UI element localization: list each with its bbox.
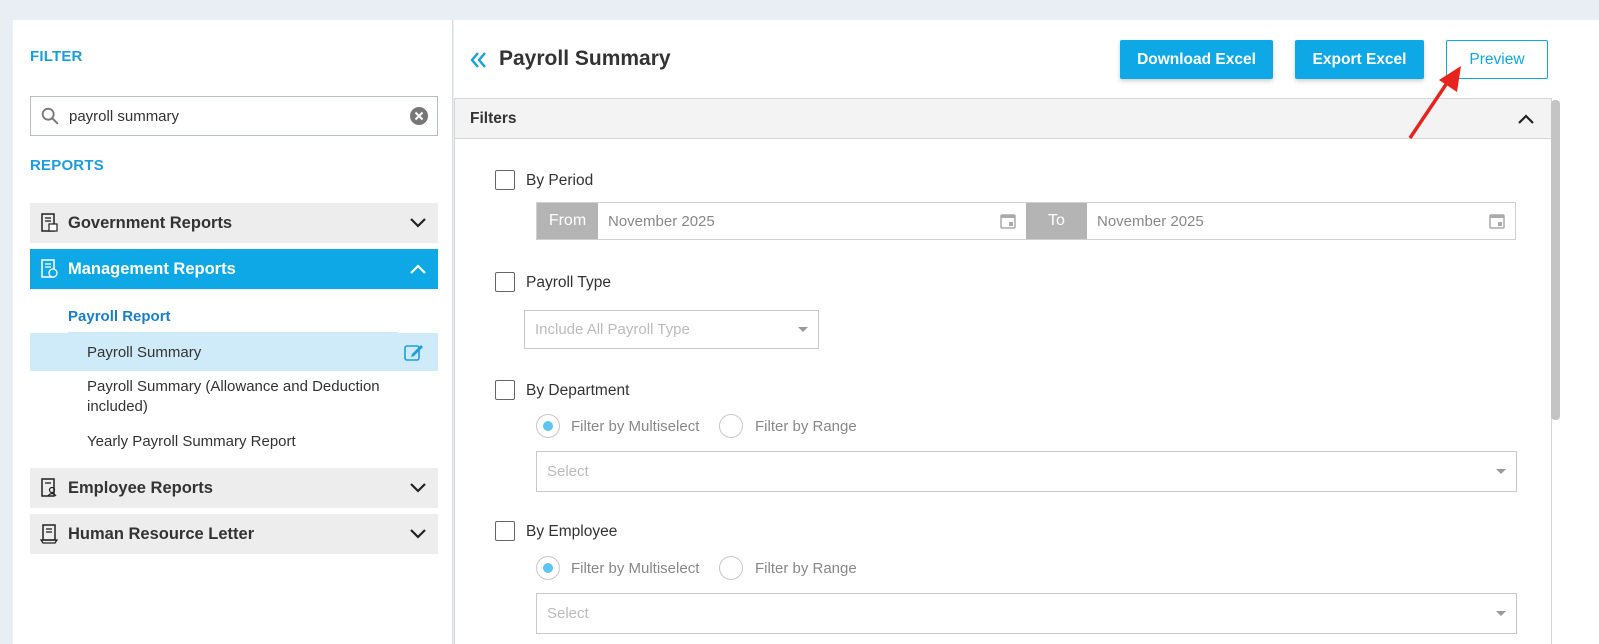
annotation-arrow xyxy=(1408,66,1461,139)
chevron-down-icon xyxy=(410,218,426,228)
department-select[interactable]: Select xyxy=(536,451,1517,492)
payroll-type-placeholder: Include All Payroll Type xyxy=(535,321,690,338)
caret-down-icon xyxy=(798,327,808,332)
payroll-report-heading[interactable]: Payroll Report xyxy=(68,308,171,325)
download-excel-button[interactable]: Download Excel xyxy=(1120,40,1273,79)
chevron-down-icon xyxy=(410,483,426,493)
to-addon: To xyxy=(1026,203,1087,239)
to-date-value: November 2025 xyxy=(1097,212,1204,230)
report-item-yearly-payroll-summary[interactable]: Yearly Payroll Summary Report xyxy=(30,433,438,450)
filters-panel: Filters By Period From November 2025 To … xyxy=(454,98,1552,644)
by-employee-checkbox[interactable] xyxy=(495,521,515,541)
category-employee-reports[interactable]: Employee Reports xyxy=(30,468,438,508)
report-item-label: Yearly Payroll Summary Report xyxy=(87,433,296,450)
radio-label: Filter by Multiselect xyxy=(571,560,700,577)
report-item-payroll-summary[interactable]: Payroll Summary xyxy=(30,333,438,371)
chevron-up-icon xyxy=(410,264,426,274)
by-department-checkbox[interactable] xyxy=(495,380,515,400)
search-icon xyxy=(41,107,59,125)
select-placeholder: Select xyxy=(547,463,589,480)
page-title: Payroll Summary xyxy=(499,47,671,70)
chevron-up-icon[interactable] xyxy=(1516,112,1536,126)
double-chevron-left-icon[interactable] xyxy=(469,50,489,70)
radio-label: Filter by Multiselect xyxy=(571,418,700,435)
by-period-checkbox[interactable] xyxy=(495,170,515,190)
department-multiselect-radio[interactable] xyxy=(536,414,560,438)
by-department-label: By Department xyxy=(526,382,630,399)
category-government-reports[interactable]: Government Reports xyxy=(30,203,438,243)
report-icon xyxy=(41,213,58,232)
calendar-icon[interactable] xyxy=(1489,213,1505,229)
payroll-type-select[interactable]: Include All Payroll Type xyxy=(524,310,819,349)
to-date-field[interactable]: November 2025 xyxy=(1087,203,1515,239)
letter-icon xyxy=(40,524,58,544)
category-label: Human Resource Letter xyxy=(68,524,255,543)
report-item-label: Payroll Summary (Allowance and Deduction… xyxy=(87,378,380,415)
by-period-label: By Period xyxy=(526,172,594,189)
search-box[interactable] xyxy=(30,96,438,136)
from-date-value: November 2025 xyxy=(608,212,715,230)
category-label: Employee Reports xyxy=(68,478,213,497)
employee-range-radio[interactable] xyxy=(719,556,743,580)
radio-label: Filter by Range xyxy=(755,560,857,577)
department-range-radio[interactable] xyxy=(719,414,743,438)
from-addon: From xyxy=(537,203,598,239)
category-label: Government Reports xyxy=(68,213,233,232)
employee-multiselect-radio[interactable] xyxy=(536,556,560,580)
from-date-field[interactable]: November 2025 xyxy=(598,203,1026,239)
report-item-payroll-summary-allowance[interactable]: Payroll Summary (Allowance and Deduction… xyxy=(30,377,438,417)
calendar-icon[interactable] xyxy=(1000,213,1016,229)
payroll-type-label: Payroll Type xyxy=(526,274,612,291)
by-employee-label: By Employee xyxy=(526,523,618,540)
employee-select[interactable]: Select xyxy=(536,593,1517,634)
reports-title: REPORTS xyxy=(30,157,104,174)
category-label: Management Reports xyxy=(68,259,236,278)
report-icon xyxy=(41,478,57,497)
category-management-reports[interactable]: Management Reports xyxy=(30,249,438,289)
report-icon xyxy=(41,259,58,278)
filter-title: FILTER xyxy=(30,48,83,65)
caret-down-icon xyxy=(1496,611,1506,616)
caret-down-icon xyxy=(1496,469,1506,474)
period-range: From November 2025 To November 2025 xyxy=(536,202,1516,240)
filters-header[interactable]: Filters xyxy=(455,99,1551,139)
filter-sidebar: FILTER REPORTS Government Reports Manage… xyxy=(13,20,453,644)
category-human-resource-letter[interactable]: Human Resource Letter xyxy=(30,514,438,554)
report-item-label: Payroll Summary xyxy=(87,343,202,361)
clear-icon[interactable] xyxy=(409,106,429,126)
search-input[interactable] xyxy=(69,107,409,125)
radio-label: Filter by Range xyxy=(755,418,857,435)
chevron-down-icon xyxy=(410,529,426,539)
payroll-type-checkbox[interactable] xyxy=(495,272,515,292)
edit-icon[interactable] xyxy=(404,343,424,361)
scrollbar[interactable] xyxy=(1551,100,1560,420)
select-placeholder: Select xyxy=(547,605,589,622)
filters-title: Filters xyxy=(470,109,517,127)
